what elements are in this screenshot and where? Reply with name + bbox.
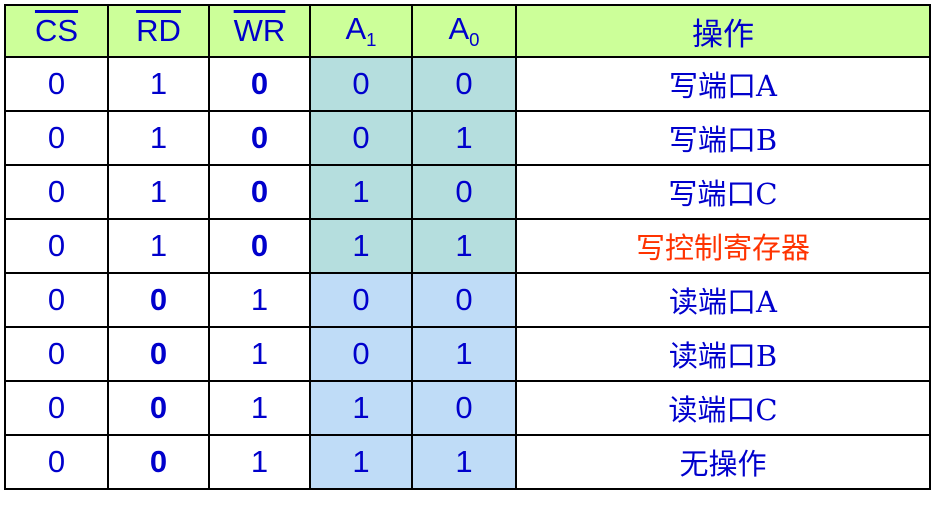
op-cell: 写端口A [515,56,931,112]
cs-cell: 0 [4,272,109,328]
rd-cell: 1 [107,164,210,220]
cs-cell: 0 [4,110,109,166]
a1-cell: 0 [309,56,413,112]
cs-cell: 0 [4,326,109,382]
header-wr: WR [208,4,311,58]
table-row: 0 0 1 1 0 读端口C [4,380,931,436]
wr-cell: 1 [208,326,311,382]
header-a1: A1 [309,4,413,58]
table-row: 0 0 1 1 1 无操作 [4,434,931,490]
rd-cell: 0 [107,434,210,490]
op-cell: 无操作 [515,434,931,490]
rd-cell: 1 [107,218,210,274]
a1-subscript: 1 [366,29,377,51]
table-row: 0 0 1 0 1 读端口B [4,326,931,382]
cs-cell: 0 [4,434,109,490]
a1-cell: 0 [309,272,413,328]
op-cell: 读端口C [515,380,931,436]
a1-cell: 0 [309,326,413,382]
wr-cell: 0 [208,218,311,274]
table-row: 0 1 0 0 0 写端口A [4,56,931,112]
a1-cell: 1 [309,164,413,220]
cs-cell: 0 [4,380,109,436]
header-op: 操作 [515,4,931,58]
op-cell: 写端口B [515,110,931,166]
port-operation-table: CS RD WR A1 A0 操作 0 1 0 0 0 写端口A 0 1 0 0… [4,4,931,490]
rd-cell: 1 [107,110,210,166]
a0-cell: 0 [411,164,517,220]
wr-cell: 1 [208,380,311,436]
header-row: CS RD WR A1 A0 操作 [4,4,931,58]
rd-label: RD [136,13,181,48]
a0-subscript: 0 [469,29,480,51]
wr-cell: 0 [208,164,311,220]
rd-cell: 1 [107,56,210,112]
wr-label: WR [233,13,286,48]
a1-cell: 1 [309,380,413,436]
a1-cell: 1 [309,434,413,490]
header-rd: RD [107,4,210,58]
a1-cell: 1 [309,218,413,274]
a0-cell: 0 [411,272,517,328]
rd-cell: 0 [107,272,210,328]
cs-label: CS [34,13,79,48]
rd-cell: 0 [107,326,210,382]
a0-cell: 0 [411,380,517,436]
rd-cell: 0 [107,380,210,436]
a0-cell: 1 [411,434,517,490]
op-cell: 读端口A [515,272,931,328]
a0-cell: 1 [411,326,517,382]
a1-label: A [345,10,367,46]
table-row: 0 0 1 0 0 读端口A [4,272,931,328]
a1-cell: 0 [309,110,413,166]
table-row: 0 1 0 1 0 写端口C [4,164,931,220]
wr-cell: 1 [208,434,311,490]
op-cell-highlight: 写控制寄存器 [515,218,931,274]
op-label: 操作 [692,16,754,53]
op-cell: 写端口C [515,164,931,220]
header-cs: CS [4,4,109,58]
cs-cell: 0 [4,56,109,112]
wr-cell: 1 [208,272,311,328]
table-row: 0 1 0 0 1 写端口B [4,110,931,166]
a0-cell: 0 [411,56,517,112]
op-cell: 读端口B [515,326,931,382]
a0-cell: 1 [411,218,517,274]
header-a0: A0 [411,4,517,58]
table-row: 0 1 0 1 1 写控制寄存器 [4,218,931,274]
cs-cell: 0 [4,218,109,274]
cs-cell: 0 [4,164,109,220]
a0-label: A [448,10,470,46]
wr-cell: 0 [208,110,311,166]
a0-cell: 1 [411,110,517,166]
wr-cell: 0 [208,56,311,112]
